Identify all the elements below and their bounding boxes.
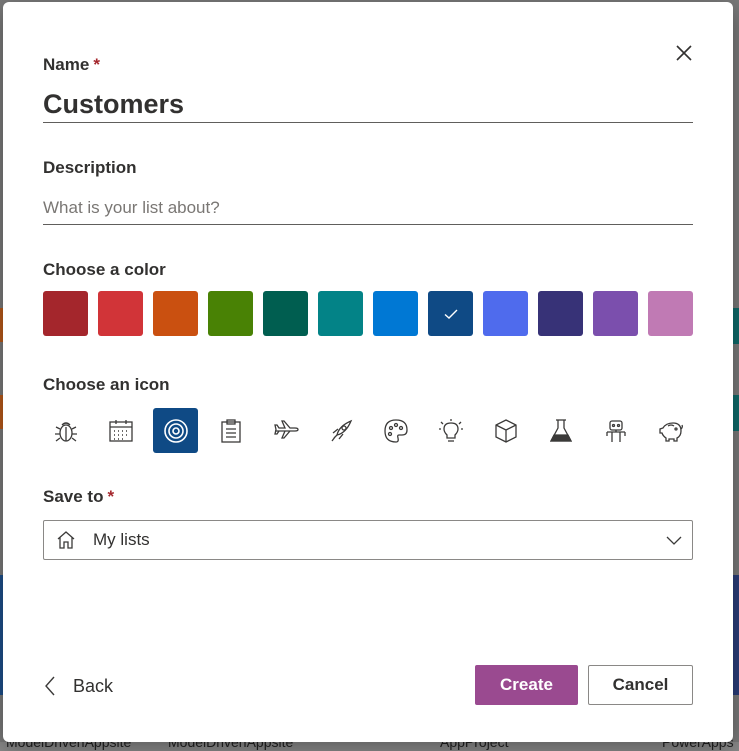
flask-icon: [549, 418, 572, 442]
background-card: [733, 308, 739, 344]
piggy-bank-icon: [658, 421, 683, 442]
icon-option-calendar[interactable]: [98, 408, 143, 453]
checkmark-icon: [444, 309, 457, 319]
color-swatch-purple[interactable]: [593, 291, 638, 336]
back-button[interactable]: Back: [43, 672, 113, 700]
calendar-icon: [108, 419, 133, 442]
cube-icon: [494, 418, 517, 443]
icon-option-airplane[interactable]: [263, 408, 308, 453]
create-button[interactable]: Create: [475, 665, 578, 705]
color-swatch-light-red[interactable]: [98, 291, 143, 336]
lightbulb-icon: [438, 418, 463, 442]
icon-option-lightbulb[interactable]: [428, 408, 473, 453]
airplane-icon: [273, 419, 299, 439]
icon-option-robot[interactable]: [593, 408, 638, 453]
bug-icon: [54, 421, 77, 442]
save-to-value: My lists: [93, 530, 150, 549]
close-icon: [676, 45, 692, 61]
color-label: Choose a color: [43, 260, 166, 279]
save-to-label-text: Save to: [43, 487, 104, 506]
color-swatch-orange[interactable]: [153, 291, 198, 336]
name-label: Name *: [43, 55, 100, 75]
save-to-label: Save to *: [43, 487, 114, 507]
required-mark: *: [107, 487, 115, 506]
color-swatch-green[interactable]: [208, 291, 253, 336]
color-swatch-red[interactable]: [43, 291, 88, 336]
icon-option-palette[interactable]: [373, 408, 418, 453]
icon-label: Choose an icon: [43, 375, 170, 394]
cancel-button[interactable]: Cancel: [588, 665, 693, 705]
chevron-left-icon: [45, 676, 55, 696]
rocket-icon: [330, 419, 352, 441]
icon-option-clipboard[interactable]: [208, 408, 253, 453]
description-label: Description: [43, 158, 137, 177]
icon-picker: [43, 408, 695, 454]
close-button[interactable]: [673, 42, 695, 64]
name-input[interactable]: [43, 86, 693, 123]
required-mark: *: [93, 55, 100, 74]
robot-icon: [605, 419, 626, 442]
color-swatch-dark-blue[interactable]: [428, 291, 473, 336]
icon-option-cube[interactable]: [483, 408, 528, 453]
icon-option-target[interactable]: [153, 408, 198, 453]
chevron-down-icon: [666, 536, 682, 545]
icon-option-rocket[interactable]: [318, 408, 363, 453]
description-input[interactable]: [43, 192, 693, 225]
create-list-dialog: Name* Description Choose a color Choose …: [3, 2, 733, 742]
color-swatch-dark-teal[interactable]: [263, 291, 308, 336]
icon-option-bug[interactable]: [43, 408, 88, 453]
back-label: Back: [73, 675, 114, 696]
color-swatch-periwinkle[interactable]: [483, 291, 528, 336]
name-label-text: Name: [43, 55, 90, 74]
background-card: [733, 575, 739, 695]
color-swatch-indigo[interactable]: [538, 291, 583, 336]
color-swatch-teal[interactable]: [318, 291, 363, 336]
color-picker: [43, 291, 695, 337]
color-swatch-pink[interactable]: [648, 291, 693, 336]
palette-icon: [383, 418, 408, 443]
color-swatch-blue[interactable]: [373, 291, 418, 336]
save-to-dropdown[interactable]: My lists: [43, 520, 693, 560]
home-icon: [57, 531, 75, 549]
clipboard-icon: [220, 418, 241, 443]
icon-option-piggy-bank[interactable]: [648, 408, 693, 453]
background-card: [733, 395, 739, 431]
target-icon: [163, 418, 188, 443]
icon-option-flask[interactable]: [538, 408, 583, 453]
